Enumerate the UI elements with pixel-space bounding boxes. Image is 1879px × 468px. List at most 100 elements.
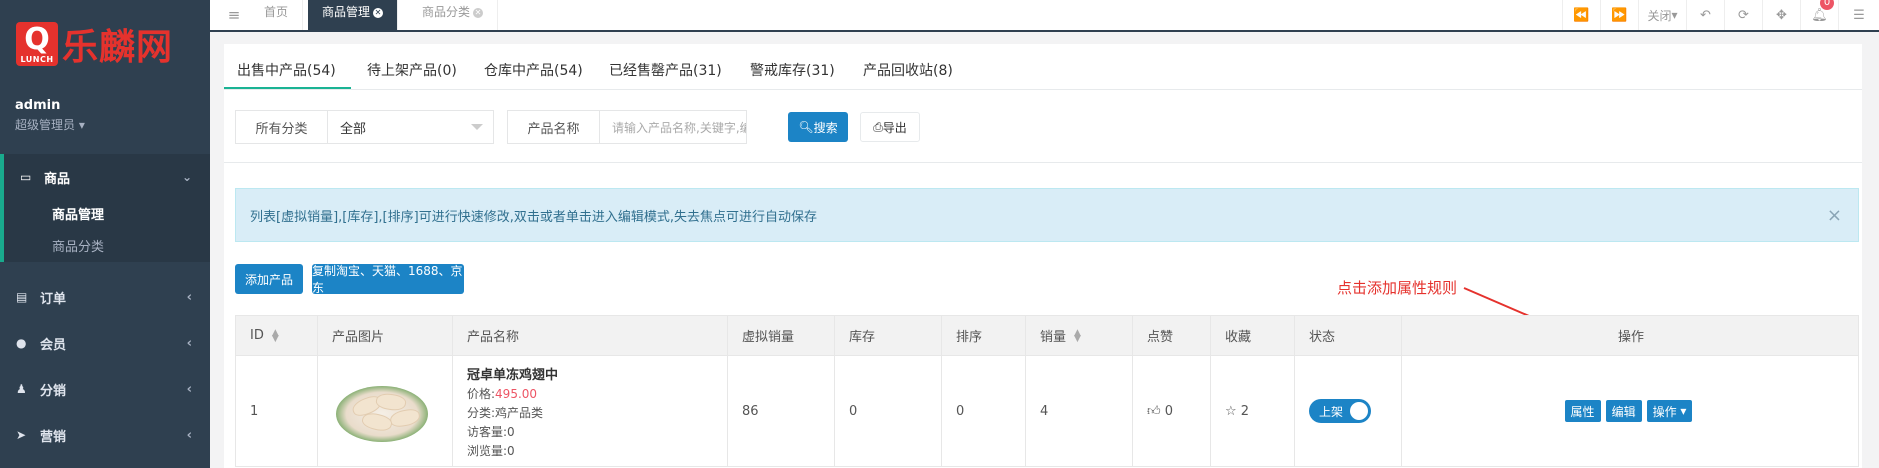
- column-header-label: 操作: [1617, 330, 1644, 345]
- sidebar-item-marketing[interactable]: ➤ 营销 ‹: [0, 412, 210, 458]
- cell-stock[interactable]: 0: [835, 356, 942, 466]
- page-tab-goods-category[interactable]: 商品分类 ✕: [408, 0, 499, 30]
- attribute-button[interactable]: 属性: [1564, 400, 1601, 422]
- add-product-button[interactable]: 添加产品: [235, 264, 303, 294]
- sidebar: Q LUNCH 乐麟网 admin 超级管理员 ▾ ▭ 商品 ⌄ 商品管理 商品…: [0, 0, 210, 468]
- product-views: 浏览量:0: [467, 444, 515, 458]
- column-header-name: 产品名称: [453, 316, 728, 355]
- table-row: 1 冠卓单冻鸡翅中 价格:495.00 分类:鸡产品类 访客量:0 浏览量:0: [236, 356, 1858, 466]
- product-price: 价格:495.00: [467, 385, 558, 402]
- edit-button[interactable]: 编辑: [1605, 400, 1642, 422]
- sidebar-item-distribution[interactable]: ♟ 分销 ‹: [0, 366, 210, 412]
- fullscreen-icon[interactable]: ✥: [1762, 0, 1800, 30]
- favorites-value: 2: [1240, 403, 1250, 419]
- user-role: 超级管理员: [15, 118, 76, 132]
- toggle-knob: [1350, 402, 1368, 420]
- status-toggle[interactable]: 上架: [1309, 399, 1371, 423]
- tab-pending[interactable]: 待上架产品(0): [367, 60, 457, 80]
- search-button[interactable]: 🔍︎ 搜索: [788, 112, 848, 142]
- sidebar-subitem-goods-category[interactable]: 商品分类: [4, 232, 210, 264]
- column-header-sales[interactable]: 销量 ▲ ▼: [1026, 316, 1133, 355]
- column-header-image: 产品图片: [318, 316, 453, 355]
- tab-sold-out[interactable]: 已经售罄产品(31): [609, 60, 722, 80]
- sidebar-item-members[interactable]: ● 会员 ‹: [0, 320, 210, 366]
- scroll-left-icon[interactable]: ⏪: [1562, 0, 1600, 30]
- close-icon[interactable]: ✕: [473, 7, 484, 18]
- user-profile[interactable]: admin 超级管理员 ▾: [15, 98, 85, 133]
- laptop-icon: ▭: [20, 170, 32, 184]
- logo-text: 乐麟网: [62, 27, 174, 68]
- cell-favorites: ☆ 2: [1211, 356, 1295, 466]
- sidebar-right-icon[interactable]: ☰: [1838, 0, 1879, 30]
- cell-image: [318, 356, 453, 466]
- product-category: 分类:鸡产品类: [467, 406, 544, 420]
- copy-product-button[interactable]: 复制淘宝、天猫、1688、京东: [312, 264, 464, 295]
- column-header-label: 点赞: [1147, 330, 1174, 345]
- table-header-row: ID ▲ ▼ 产品图片 产品名称 虚拟销量 库存 排序 销量 ▲ ▼ 点赞 收藏 状态 …: [236, 316, 1858, 356]
- top-tab-bar: ≡ 首页 商品管理 ✕ 商品分类 ✕ ⏪ ⏩ 关闭 ▾ ↶ ⟳ ✥ 🔔︎ 0 ☰: [210, 0, 1879, 32]
- more-actions-dropdown[interactable]: 操作 ▾: [1646, 400, 1693, 422]
- column-header-label: 库存: [849, 330, 876, 345]
- product-image[interactable]: [332, 376, 428, 446]
- name-filter-label: 产品名称: [508, 111, 600, 143]
- cell-likes: 👍︎ 0: [1133, 356, 1211, 466]
- category-select[interactable]: 全部: [328, 111, 493, 143]
- column-header-id[interactable]: ID ▲ ▼: [236, 316, 318, 355]
- user-name: admin: [15, 98, 61, 113]
- page-tab-home[interactable]: 首页: [250, 0, 304, 30]
- cell-virtual-sales[interactable]: 86: [728, 356, 835, 466]
- cell-sales: 4: [1026, 356, 1133, 466]
- cell-actions: 属性 编辑 操作 ▾: [1402, 356, 1860, 466]
- export-button[interactable]: ⎙ 导出: [860, 112, 920, 142]
- refresh-icon[interactable]: ⟳: [1724, 0, 1762, 30]
- export-icon: ⎙: [873, 119, 883, 134]
- close-icon[interactable]: ×: [1827, 205, 1842, 226]
- column-header-label: 产品图片: [332, 330, 385, 345]
- category-select-value: 全部: [340, 121, 367, 137]
- page-tab-goods-manage[interactable]: 商品管理 ✕: [308, 0, 399, 30]
- tab-recycle-bin[interactable]: 产品回收站(8): [863, 60, 953, 80]
- sidebar-item-goods[interactable]: ▭ 商品 ⌄: [4, 154, 210, 200]
- status-toggle-label: 上架: [1319, 404, 1344, 419]
- send-icon: ➤: [16, 428, 27, 442]
- column-header-label: 收藏: [1225, 330, 1252, 345]
- close-icon[interactable]: ✕: [373, 7, 384, 18]
- close-tabs-dropdown[interactable]: 关闭 ▾: [1638, 0, 1686, 30]
- divider: [224, 162, 1862, 163]
- cell-sort[interactable]: 0: [942, 356, 1026, 466]
- sidebar-subitem-goods-manage[interactable]: 商品管理: [4, 200, 210, 232]
- product-info: 冠卓单冻鸡翅中 价格:495.00 分类:鸡产品类 访客量:0 浏览量:0: [467, 356, 558, 459]
- cell-product-name: 冠卓单冻鸡翅中 价格:495.00 分类:鸡产品类 访客量:0 浏览量:0: [453, 356, 728, 466]
- user-role-dropdown[interactable]: 超级管理员 ▾: [15, 116, 85, 133]
- sidebar-item-orders[interactable]: ▤ 订单 ‹: [0, 274, 210, 320]
- price-value: 495.00: [495, 387, 538, 401]
- menu-toggle-icon[interactable]: ≡: [220, 0, 248, 30]
- tab-on-sale[interactable]: 出售中产品(54): [237, 60, 336, 80]
- sidebar-item-label: 订单: [40, 291, 67, 307]
- column-header-label: 排序: [956, 330, 983, 345]
- product-visitors: 访客量:0: [467, 425, 515, 439]
- column-header-virtual-sales: 虚拟销量: [728, 316, 835, 355]
- sidebar-item-label: 分销: [40, 383, 67, 399]
- column-header-sort: 排序: [942, 316, 1026, 355]
- caret-down-icon: ▾: [1680, 404, 1687, 418]
- sort-icon[interactable]: ▲ ▼: [1074, 328, 1081, 343]
- sidebar-item-label: 营销: [40, 429, 67, 445]
- product-table: ID ▲ ▼ 产品图片 产品名称 虚拟销量 库存 排序 销量 ▲ ▼ 点赞 收藏 状态 …: [235, 315, 1859, 467]
- tab-stock-warning[interactable]: 警戒库存(31): [750, 60, 835, 80]
- notifications-button[interactable]: 🔔︎ 0: [1800, 0, 1838, 30]
- chevron-left-icon: ‹: [186, 381, 192, 397]
- logo-mark: Q LUNCH: [16, 22, 58, 66]
- active-tab-indicator: [224, 87, 351, 89]
- chevron-down-icon: ⌄: [181, 170, 192, 184]
- scroll-right-icon[interactable]: ⏩: [1600, 0, 1638, 30]
- info-alert: 列表[虚拟销量],[库存],[排序]可进行快速修改,双击或者单击进入编辑模式,失…: [235, 188, 1859, 242]
- product-status-tabs: 出售中产品(54) 待上架产品(0) 仓库中产品(54) 已经售罄产品(31) …: [224, 44, 1862, 90]
- search-input[interactable]: 请输入产品名称,关键字,编号: [600, 111, 746, 143]
- search-icon: 🔍︎: [798, 120, 814, 134]
- back-icon[interactable]: ↶: [1686, 0, 1724, 30]
- logo[interactable]: Q LUNCH 乐麟网: [16, 22, 173, 68]
- sort-icon[interactable]: ▲ ▼: [272, 328, 279, 343]
- star-icon: ☆: [1225, 403, 1237, 419]
- tab-warehouse[interactable]: 仓库中产品(54): [484, 60, 583, 80]
